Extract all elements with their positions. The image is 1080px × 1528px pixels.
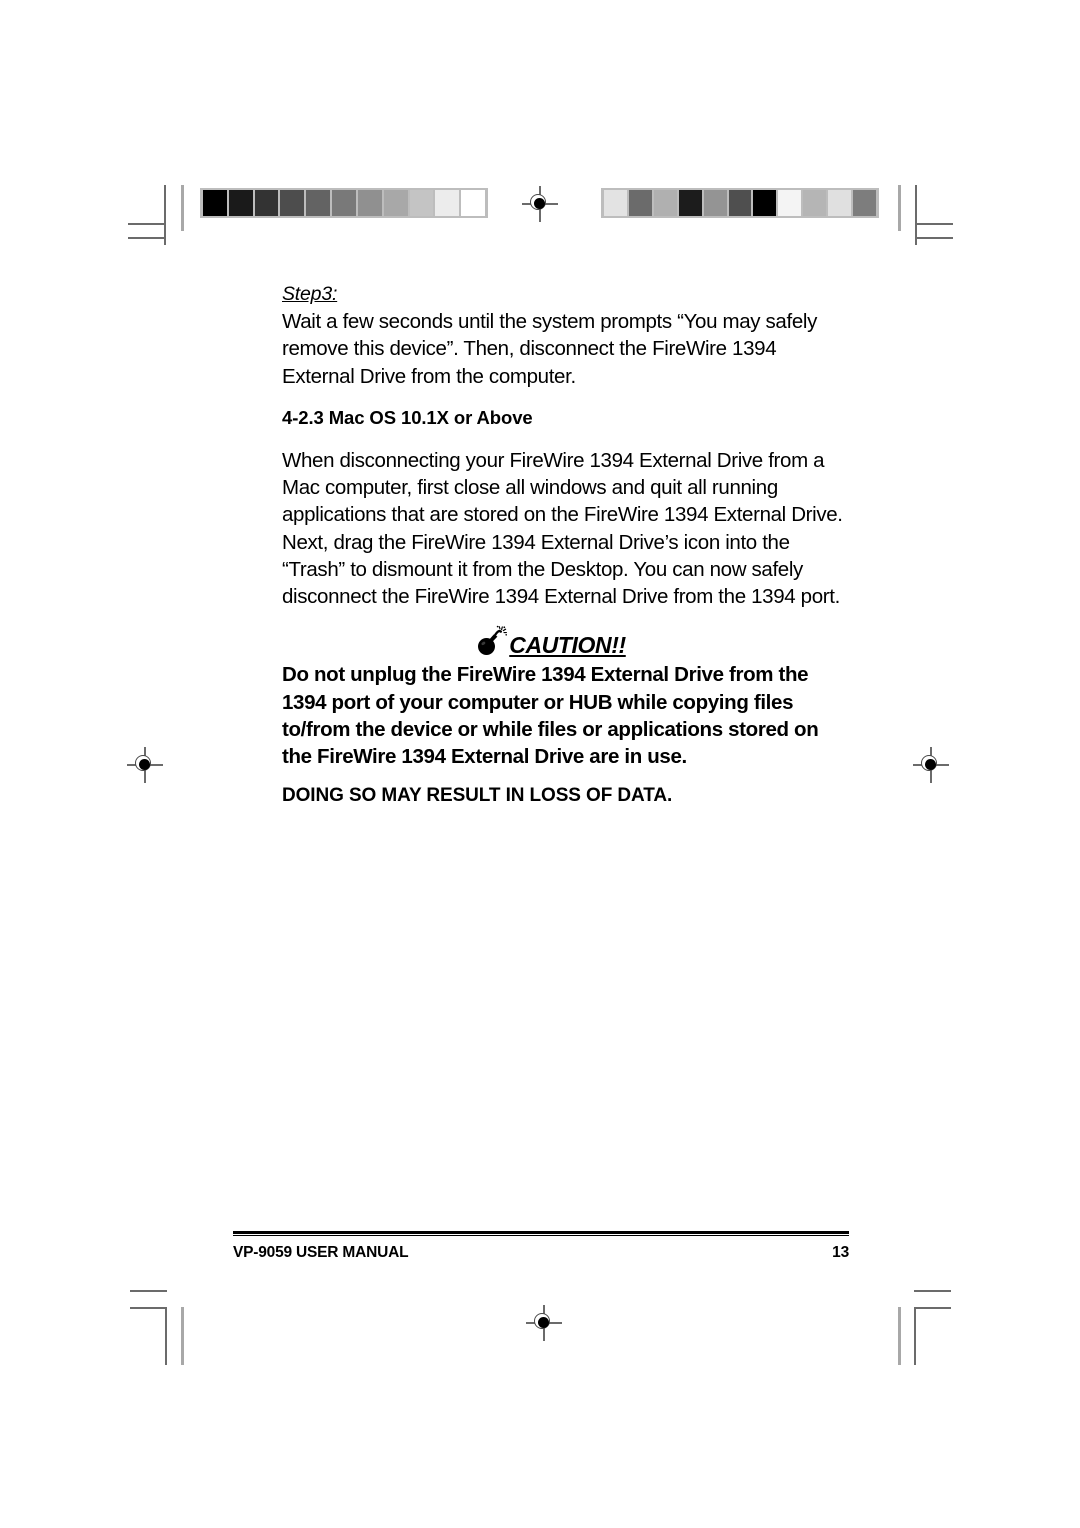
calibration-swatch [753,190,777,216]
calibration-swatch [828,190,852,216]
caution-emphasis-text: DOING SO MAY RESULT IN LOSS OF DATA. [282,785,673,807]
crop-mark-bottom-right-vertical [914,1307,916,1365]
caution-heading-row: CAUTION!! [282,624,848,657]
registration-dot [534,198,545,209]
registration-target-icon-right [913,747,949,783]
bleed-line-bottom-right [898,1307,901,1365]
registration-target-icon-top [522,186,558,222]
footer-rule-thin [233,1235,849,1236]
calibration-swatch [357,190,382,216]
footer-manual-title: VP-9059 USER MANUAL [233,1244,409,1261]
crop-mark-top-right-vertical [915,185,917,245]
calibration-swatch [853,190,876,216]
calibration-swatch [803,190,827,216]
bleed-line-top-left [181,185,184,231]
section-heading: 4-2.3 Mac OS 10.1X or Above [282,406,533,428]
calibration-swatch [228,190,253,216]
caution-heading-text: CAUTION!! [509,632,626,659]
calibration-swatch [628,190,652,216]
section-paragraph: When disconnecting your FireWire 1394 Ex… [282,448,843,608]
crop-mark-top-left-horizontal [128,223,166,225]
calibration-swatch [383,190,408,216]
crop-mark-bottom-right-horizontal [914,1307,951,1309]
calibration-bar-right [601,188,879,218]
step-label: Step3: [282,283,338,305]
calibration-swatch [306,190,331,216]
calibration-swatch [653,190,677,216]
registration-dot [925,759,936,770]
calibration-swatch [604,190,627,216]
calibration-swatch [409,190,434,216]
calibration-swatch [778,190,802,216]
step-paragraph: Wait a few seconds until the system prom… [282,310,817,388]
calibration-swatch [703,190,727,216]
calibration-swatch [728,190,752,216]
footer-row: VP-9059 USER MANUAL 13 [233,1244,849,1262]
crop-mark-bottom-left-tick [130,1290,167,1292]
calibration-swatch [332,190,356,216]
calibration-swatch [678,190,702,216]
registration-target-icon-left [127,747,163,783]
calibration-bar-left [200,188,488,218]
registration-dot [538,1317,549,1328]
footer-page-number: 13 [832,1244,849,1261]
crop-mark-bottom-right-tick [914,1290,951,1292]
crop-mark-top-left-vertical [164,185,166,245]
document-body: Step3: Wait a few seconds until the syst… [282,283,848,809]
caution-body-text: Do not unplug the FireWire 1394 External… [282,663,819,768]
crop-mark-top-left-tick [128,237,166,239]
calibration-swatch [280,190,305,216]
registration-target-icon-bottom [526,1305,562,1341]
crop-mark-bottom-left-horizontal [130,1307,167,1309]
registration-dot [139,759,150,770]
calibration-swatch [203,190,227,216]
calibration-swatch [461,190,485,216]
crop-mark-bottom-left-vertical [165,1307,167,1365]
calibration-swatch [435,190,460,216]
crop-mark-top-right-horizontal [915,223,953,225]
bleed-line-bottom-left [181,1307,184,1365]
crop-mark-top-right-tick [915,237,953,239]
footer-rule-thick [233,1231,849,1234]
page-footer: VP-9059 USER MANUAL 13 [233,1231,849,1262]
bomb-icon [478,626,508,656]
calibration-swatch [254,190,279,216]
document-page: Step3: Wait a few seconds until the syst… [0,0,1080,1528]
bleed-line-top-right [898,185,901,231]
